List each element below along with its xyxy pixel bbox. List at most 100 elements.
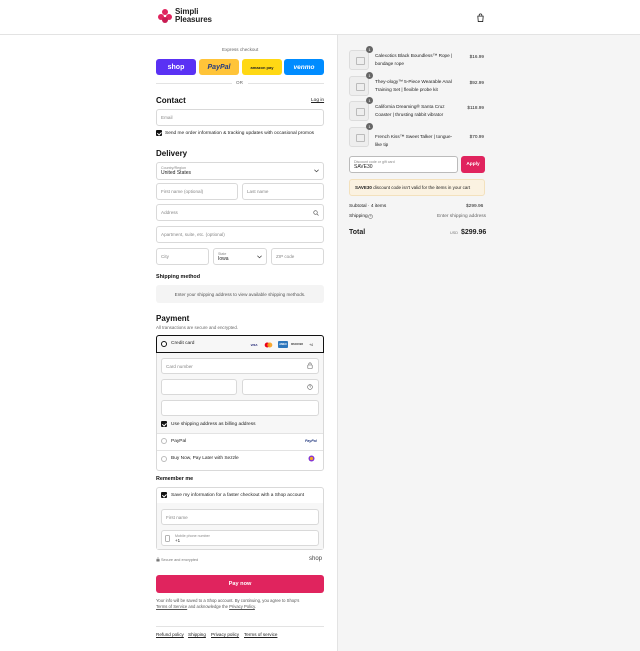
zip-field[interactable]: ZIP code bbox=[271, 248, 324, 265]
remember-first-name-field[interactable]: First name bbox=[161, 509, 319, 525]
payment-subtitle: All transactions are secure and encrypte… bbox=[156, 325, 239, 330]
expiry-field[interactable] bbox=[161, 379, 237, 395]
save-info-label: Save my information for a faster checkou… bbox=[171, 493, 305, 498]
total-label: Total bbox=[349, 229, 366, 236]
city-field[interactable]: City bbox=[156, 248, 209, 265]
privacy-policy-link[interactable]: Privacy policy bbox=[211, 632, 239, 637]
news-label: Send me order information & tracking upd… bbox=[165, 131, 315, 136]
amazon-pay-button[interactable]: amazon pay bbox=[242, 59, 282, 75]
product-name: California Dreaming® Santa Cruz Coaster … bbox=[375, 104, 445, 117]
currency-label: USD bbox=[450, 231, 459, 235]
divider bbox=[156, 83, 232, 84]
more-cards-badge: +4 bbox=[309, 342, 313, 347]
product-name: French Kiss™ Sweet Talker | tongue-like … bbox=[375, 134, 453, 147]
brand-logo[interactable]: Simpli Pleasures bbox=[158, 8, 212, 23]
mastercard-icon bbox=[263, 341, 273, 348]
legal-text: Your info will be saved to a Shop accoun… bbox=[156, 598, 300, 609]
billing-label: Use shipping address as billing address bbox=[171, 422, 256, 427]
divider bbox=[157, 433, 323, 434]
first-name-field[interactable]: First name (optional) bbox=[156, 183, 238, 200]
sezzle-label: Buy Now, Pay Later with Sezzle bbox=[171, 456, 239, 461]
apartment-field[interactable]: Apartment, suite, etc. (optional) bbox=[156, 226, 324, 243]
shopping-bag-icon[interactable] bbox=[476, 13, 485, 22]
paypal-logo: PayPal bbox=[305, 439, 317, 443]
news-checkbox[interactable] bbox=[156, 130, 162, 136]
remember-me-heading: Remember me bbox=[156, 476, 194, 482]
credit-card-radio[interactable] bbox=[161, 341, 167, 347]
divider bbox=[248, 83, 324, 84]
product-name: They-ology™ 5-Piece Wearable Anal Traini… bbox=[375, 79, 452, 92]
quantity-badge: 1 bbox=[366, 123, 373, 130]
secure-text: Secure and encrypted bbox=[161, 558, 199, 562]
discount-field[interactable]: Discount code or gift card SAVE30 bbox=[349, 156, 458, 173]
brand-logo-icon bbox=[158, 8, 172, 23]
quantity-badge: 1 bbox=[366, 97, 373, 104]
shipping-label: Shipping bbox=[349, 214, 368, 219]
phone-icon bbox=[165, 535, 170, 542]
product-thumbnail bbox=[349, 76, 369, 96]
product-price: $70.99 bbox=[469, 134, 484, 139]
divider bbox=[157, 450, 323, 451]
email-field[interactable]: Email bbox=[156, 109, 324, 126]
save-info-checkbox[interactable] bbox=[161, 492, 167, 498]
brand-name-line2: Pleasures bbox=[175, 14, 212, 24]
sezzle-icon bbox=[308, 455, 315, 462]
paypal-radio[interactable] bbox=[161, 438, 167, 444]
chevron-down-icon bbox=[257, 255, 262, 259]
lock-icon bbox=[156, 557, 160, 562]
quantity-badge: 1 bbox=[366, 46, 373, 53]
venmo-button[interactable]: venmo bbox=[284, 59, 324, 75]
product-price: $16.99 bbox=[469, 54, 484, 59]
shipping-method-message: Enter your shipping address to view avai… bbox=[156, 285, 324, 303]
apply-button[interactable]: Apply bbox=[461, 156, 485, 173]
phone-field[interactable]: Mobile phone number +1 bbox=[161, 530, 319, 546]
sezzle-radio[interactable] bbox=[161, 456, 167, 462]
discover-icon: DISCOVER bbox=[291, 343, 303, 346]
shipping-method-heading: Shipping method bbox=[156, 274, 201, 280]
or-separator: OR bbox=[236, 80, 243, 85]
privacy-link[interactable]: Privacy Policy bbox=[229, 604, 255, 609]
shipping-value: Enter shipping address bbox=[437, 214, 487, 219]
question-circle-icon[interactable] bbox=[368, 214, 373, 219]
quantity-badge: 1 bbox=[366, 72, 373, 79]
order-summary bbox=[337, 35, 640, 651]
product-thumbnail bbox=[349, 127, 369, 147]
country-select[interactable]: Country/Region United States bbox=[156, 162, 324, 180]
paypal-label: PayPal bbox=[171, 439, 187, 444]
lock-icon bbox=[307, 362, 313, 369]
billing-checkbox[interactable] bbox=[161, 421, 167, 427]
visa-icon: VISA bbox=[250, 342, 258, 347]
paypal-button[interactable]: PayPal bbox=[199, 59, 239, 75]
address-field[interactable]: Address bbox=[156, 204, 324, 221]
product-price: $118.99 bbox=[467, 105, 484, 110]
chevron-down-icon bbox=[314, 169, 319, 173]
name-on-card-field[interactable] bbox=[161, 400, 319, 416]
product-price: $92.99 bbox=[469, 80, 484, 85]
terms-link[interactable]: Terms of Service bbox=[156, 604, 187, 609]
shipping-link[interactable]: Shipping bbox=[188, 632, 206, 637]
subtotal-value: $299.96 bbox=[466, 204, 484, 209]
total-value: $299.96 bbox=[461, 229, 487, 236]
shop-pay-button[interactable]: shop bbox=[156, 59, 196, 75]
credit-card-label: Credit card bbox=[171, 341, 195, 346]
product-name: Calexotics Black Boundless™ Rope | bonda… bbox=[375, 53, 453, 66]
contact-heading: Contact bbox=[156, 96, 186, 105]
refund-policy-link[interactable]: Refund policy bbox=[156, 632, 184, 637]
payment-heading: Payment bbox=[156, 314, 190, 323]
subtotal-label: Subtotal · 4 items bbox=[349, 204, 387, 209]
pay-now-button[interactable]: Pay now bbox=[156, 575, 324, 593]
express-checkout-title: Express checkout bbox=[222, 47, 259, 52]
question-circle-icon[interactable] bbox=[307, 384, 313, 390]
card-number-field[interactable]: Card number bbox=[161, 358, 319, 374]
terms-of-service-link[interactable]: Terms of service bbox=[244, 632, 277, 637]
discount-error: SAVE30 discount code isn't valid for the… bbox=[349, 179, 485, 196]
product-thumbnail bbox=[349, 101, 369, 121]
amex-icon: AMEX bbox=[278, 341, 288, 348]
divider bbox=[156, 626, 324, 627]
login-link[interactable]: Log in bbox=[311, 98, 324, 103]
product-thumbnail bbox=[349, 50, 369, 70]
shop-logo: shop bbox=[309, 556, 323, 562]
last-name-field[interactable]: Last name bbox=[242, 183, 324, 200]
delivery-heading: Delivery bbox=[156, 149, 188, 158]
search-icon bbox=[313, 210, 319, 216]
